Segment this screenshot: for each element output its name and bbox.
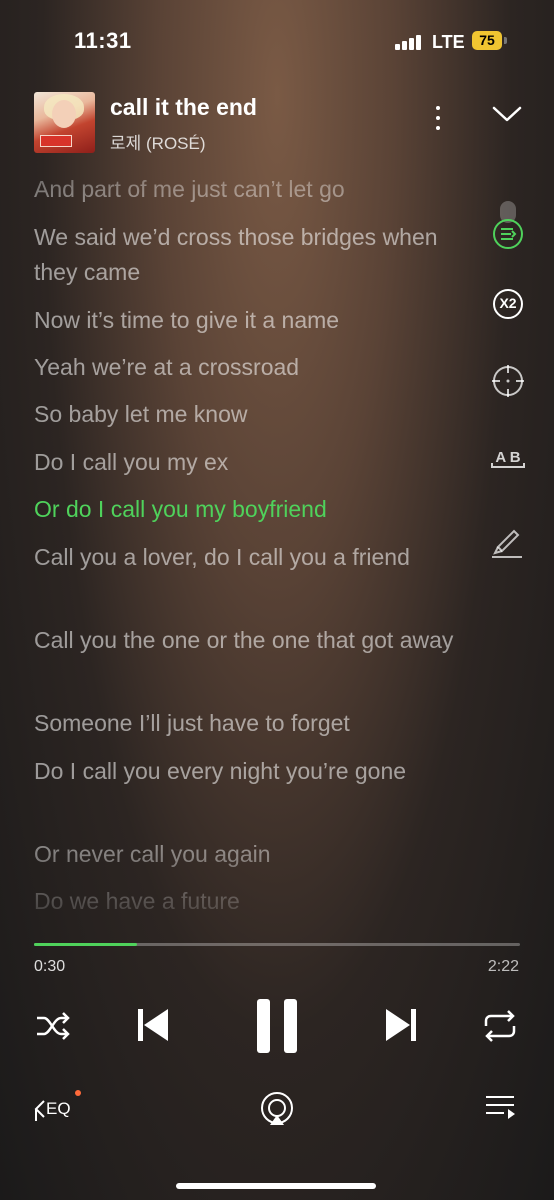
speed-button[interactable]: X2 bbox=[480, 276, 536, 332]
lyric-line[interactable]: Call you a lover, do I call you a friend bbox=[34, 540, 454, 575]
eq-label: EQ bbox=[46, 1099, 71, 1118]
lyric-line[interactable]: We said we’d cross those bridges when th… bbox=[34, 220, 454, 290]
airplay-button[interactable] bbox=[259, 1091, 295, 1127]
home-indicator[interactable] bbox=[176, 1183, 376, 1189]
shuffle-button[interactable] bbox=[34, 1009, 72, 1043]
speed-label: X2 bbox=[499, 295, 517, 311]
previous-icon bbox=[138, 1009, 168, 1041]
lyrics-panel[interactable]: And part of me just can’t let go We said… bbox=[34, 172, 454, 917]
album-art[interactable] bbox=[34, 92, 95, 153]
song-title[interactable]: call it the end bbox=[110, 94, 257, 121]
target-icon bbox=[492, 365, 524, 397]
lyrics-tools: X2 A B bbox=[480, 195, 540, 575]
highlight-button[interactable] bbox=[480, 513, 536, 569]
battery-icon: 75 bbox=[472, 31, 502, 50]
pause-icon bbox=[257, 999, 297, 1053]
chevron-down-icon bbox=[492, 106, 522, 122]
lyric-line[interactable]: Do we have a future bbox=[34, 884, 454, 917]
progress-fill bbox=[34, 943, 137, 946]
bottom-bar: EQ bbox=[0, 1085, 554, 1135]
lyric-line[interactable]: Yeah we’re at a crossroad bbox=[34, 350, 454, 385]
eq-button[interactable]: EQ bbox=[34, 1089, 84, 1129]
playlist-icon bbox=[486, 1096, 515, 1119]
total-time: 2:22 bbox=[487, 958, 519, 975]
lyric-line[interactable]: So baby let me know bbox=[34, 397, 454, 432]
lyric-line[interactable]: Or never call you again bbox=[34, 837, 454, 872]
lyric-line-current[interactable]: Or do I call you my boyfriend bbox=[34, 492, 454, 527]
status-time: 11:31 bbox=[74, 28, 132, 53]
signal-icon bbox=[395, 34, 423, 50]
highlight-icon bbox=[492, 529, 522, 558]
more-icon bbox=[436, 106, 440, 110]
lyrics-sync-icon bbox=[493, 201, 523, 249]
more-options-button[interactable] bbox=[427, 102, 449, 134]
next-button[interactable] bbox=[384, 1007, 418, 1043]
lyric-line[interactable]: Call you the one or the one that got awa… bbox=[34, 623, 454, 658]
ab-repeat-icon bbox=[491, 463, 525, 468]
now-playing-header: call it the end 로제 (ROSÉ) bbox=[0, 90, 554, 160]
progress-bar[interactable] bbox=[34, 943, 520, 946]
shuffle-icon bbox=[37, 1012, 70, 1040]
pause-button[interactable] bbox=[254, 997, 300, 1055]
lyrics-sync-button[interactable] bbox=[480, 201, 536, 257]
playlist-button[interactable] bbox=[484, 1093, 518, 1123]
previous-button[interactable] bbox=[136, 1007, 170, 1043]
current-time: 0:30 bbox=[34, 958, 66, 975]
repeat-button[interactable] bbox=[482, 1009, 518, 1043]
lyric-line[interactable]: Do I call you every night you’re gone bbox=[34, 754, 454, 789]
sync-position-button[interactable] bbox=[480, 353, 536, 409]
lyric-line[interactable]: Now it’s time to give it a name bbox=[34, 303, 454, 338]
lyric-line[interactable]: And part of me just can’t let go bbox=[34, 172, 454, 207]
ab-repeat-button[interactable]: A B bbox=[480, 433, 536, 489]
status-bar: 11:31 LTE 75 bbox=[0, 0, 554, 70]
network-label: LTE bbox=[432, 32, 465, 52]
airplay-icon bbox=[261, 1092, 293, 1125]
battery-tip bbox=[504, 37, 507, 44]
repeat-icon bbox=[484, 1010, 516, 1042]
next-icon bbox=[386, 1009, 416, 1041]
lyric-line[interactable]: Someone I’ll just have to forget bbox=[34, 706, 454, 741]
artist-name[interactable]: 로제 (ROSÉ) bbox=[110, 129, 206, 154]
playback-controls bbox=[0, 995, 554, 1065]
collapse-button[interactable] bbox=[490, 102, 524, 124]
lyric-line[interactable]: Do I call you my ex bbox=[34, 445, 454, 480]
